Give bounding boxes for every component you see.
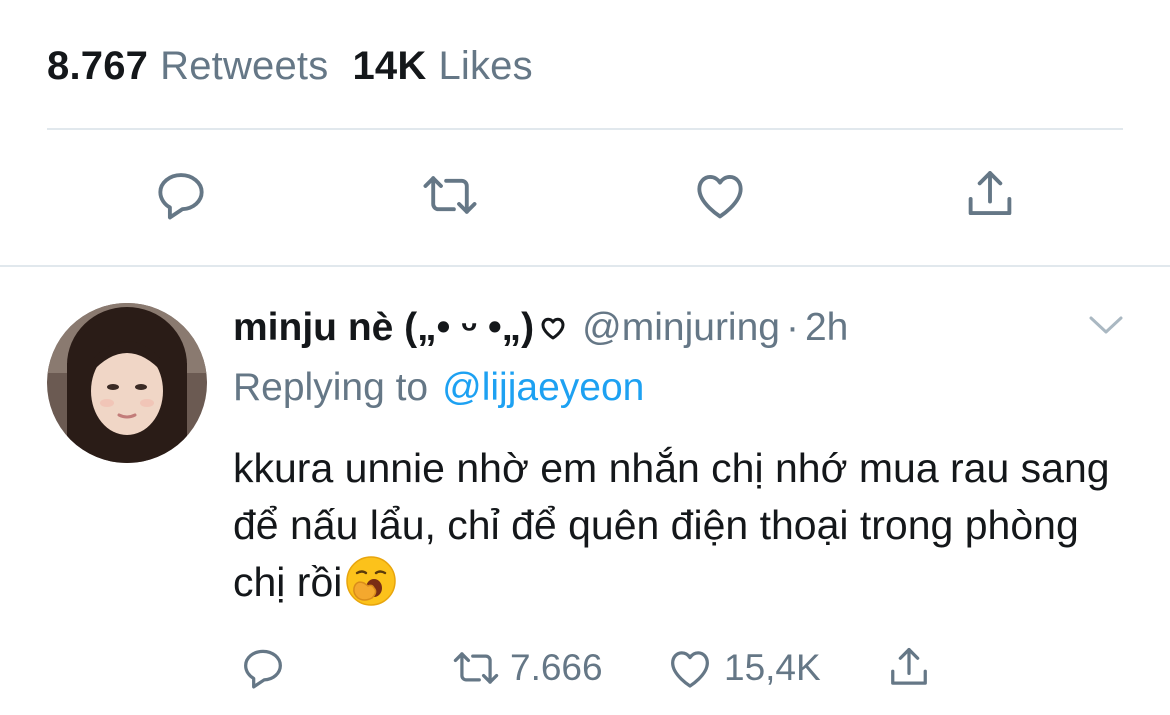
heart-outline-icon [541,317,565,340]
retweet-count: 7.666 [510,647,603,688]
like-button[interactable] [685,160,755,230]
replying-to: Replying to @lijjaeyeon [233,362,644,414]
reply-share-button[interactable] [883,640,935,696]
retweets-count[interactable]: 8.767 [47,44,148,89]
retweet-icon [423,176,477,214]
replying-to-label: Replying to [233,366,429,409]
tweet-stats: 8.767 Retweets 14K Likes [47,40,533,92]
share-button[interactable] [955,160,1025,230]
like-icon [671,651,709,688]
retweet-icon [453,652,499,684]
avatar-photo [47,303,207,463]
likes-label[interactable]: Likes [438,44,532,89]
chevron-down-icon[interactable] [1085,308,1127,342]
reply-icon [158,173,204,220]
retweet-button[interactable] [415,160,485,230]
reply-divider [0,265,1170,267]
reply-header: minju nè („• ᵕ •„) @minjuring · 2h [233,302,848,354]
reply-reply-button[interactable] [237,640,289,696]
share-icon [891,647,927,685]
like-icon [697,174,743,219]
reply-button[interactable] [146,160,216,230]
share-icon [968,171,1012,216]
tweet-action-bar [0,160,1170,230]
retweets-label[interactable]: Retweets [160,44,328,89]
reply-retweet-button[interactable]: 7.666 [450,640,603,696]
yawning-face-icon [346,556,397,606]
reply-like-button[interactable]: 15,4K [664,640,821,696]
display-name[interactable]: minju nè („• ᵕ •„) [233,306,534,350]
meta-separator: · [785,306,799,349]
user-handle[interactable]: @minjuring [582,306,780,350]
likes-count[interactable]: 14K [352,44,426,89]
replying-to-mention[interactable]: @lijjaeyeon [442,366,644,410]
tweet-body: kkura unnie nhờ em nhắn chị nhớ mua rau … [233,440,1133,611]
reply-icon [244,649,282,689]
stats-divider [47,128,1123,130]
avatar[interactable] [47,303,207,463]
like-count: 15,4K [724,647,821,688]
tweet-time[interactable]: 2h [805,306,848,350]
reply-action-bar: 7.666 15,4K [0,640,1170,696]
